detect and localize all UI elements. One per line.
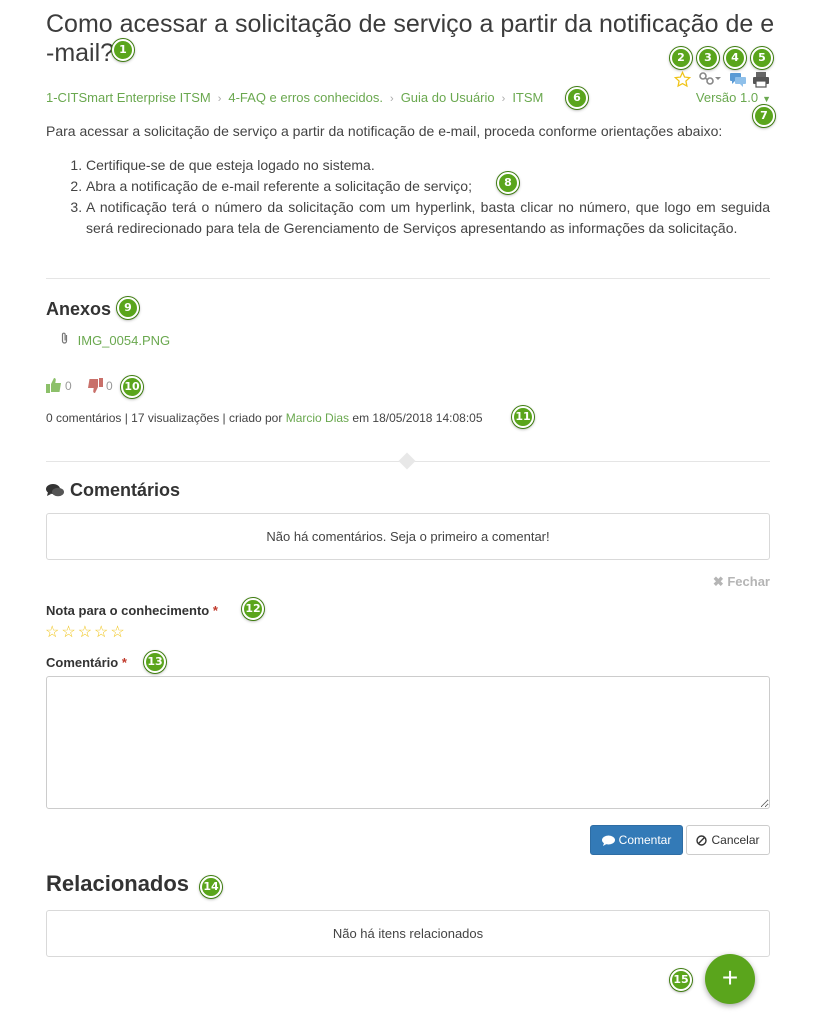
add-fab-button[interactable]: + <box>705 954 755 1004</box>
attachments-title: Anexos <box>46 299 112 319</box>
breadcrumb-item-itsm[interactable]: ITSM <box>512 90 543 105</box>
attachment-filename: IMG_0054.PNG <box>77 333 171 348</box>
callout-badge: 12 <box>242 598 264 620</box>
paperclip-icon <box>60 332 73 348</box>
page-title: Como acessar a solicitação de serviço a … <box>46 10 776 68</box>
meta-prefix: 0 comentários | 17 visualizações | criad… <box>46 411 283 425</box>
plus-icon: + <box>721 962 739 993</box>
meta-suffix: em 18/05/2018 14:08:05 <box>352 411 483 425</box>
rating-star-1[interactable]: ☆ <box>45 624 61 641</box>
ban-icon <box>696 834 708 846</box>
callout-badge: 14 <box>200 876 222 898</box>
comments-icon <box>46 484 64 497</box>
article-steps: Certifique-se de que esteja logado no si… <box>70 155 770 239</box>
callout-badge: 2 <box>670 47 692 69</box>
comments-empty-text: Não há comentários. Seja o primeiro a co… <box>266 529 550 544</box>
article-intro: Para acessar a solicitação de serviço a … <box>46 123 723 139</box>
rating-star-3[interactable]: ☆ <box>78 624 94 641</box>
related-empty-text: Não há itens relacionados <box>332 926 484 941</box>
dislike-count: 0 <box>106 378 113 393</box>
callout-badge: 1 <box>112 39 134 61</box>
callout-badge: 6 <box>566 87 588 109</box>
version-dropdown[interactable]: Versão 1.0 ▼ <box>696 90 771 105</box>
callout-badge: 15 <box>670 969 692 991</box>
rating-star-4[interactable]: ☆ <box>94 624 110 641</box>
breadcrumb-item-citsmart[interactable]: 1-CITSmart Enterprise ITSM <box>46 90 211 105</box>
required-mark: * <box>212 603 218 618</box>
related-title: Relacionados <box>46 871 190 896</box>
like-button[interactable]: 0 <box>46 378 72 393</box>
page-title-line2: -mail? <box>46 39 115 67</box>
divider <box>46 278 770 279</box>
rating-label: Nota para o conhecimento * <box>46 603 218 618</box>
article-meta: 0 comentários | 17 visualizações | criad… <box>46 411 483 425</box>
page-title-line1: Como acessar a solicitação de serviço a … <box>46 10 775 38</box>
callout-badge: 5 <box>751 47 773 69</box>
step-item: Certifique-se de que esteja logado no si… <box>86 155 770 176</box>
required-mark: * <box>121 655 127 670</box>
callout-badge: 7 <box>753 105 775 127</box>
thumbs-down-icon <box>88 378 104 393</box>
comments-empty-box: Não há comentários. Seja o primeiro a co… <box>46 513 770 560</box>
cancel-comment-button[interactable]: Cancelar <box>686 825 770 855</box>
callout-badge: 3 <box>697 47 719 69</box>
related-empty-box: Não há itens relacionados <box>46 910 770 957</box>
callout-badge: 11 <box>512 406 534 428</box>
rating-star-2[interactable]: ☆ <box>61 624 77 641</box>
rating-stars: ☆☆☆☆☆ <box>45 622 127 642</box>
comments-title: Comentários <box>46 480 180 501</box>
author-link[interactable]: Marcio Dias <box>286 411 349 425</box>
favorite-star-icon[interactable] <box>673 70 692 93</box>
caret-down-icon: ▼ <box>762 94 771 104</box>
submit-comment-button[interactable]: Comentar <box>590 825 683 855</box>
callout-badge: 4 <box>724 47 746 69</box>
close-comment-form-button[interactable]: ✖ Fechar <box>713 574 770 590</box>
comments-title-text: Comentários <box>70 480 181 500</box>
close-label: Fechar <box>727 574 770 589</box>
votes: 0 0 <box>46 378 121 396</box>
submit-comment-label: Comentar <box>618 833 672 847</box>
comment-label: Comentário * <box>46 655 127 670</box>
breadcrumb: 1-CITSmart Enterprise ITSM › 4-FAQ e erros… <box>46 90 543 105</box>
dislike-button[interactable]: 0 <box>87 378 113 393</box>
callout-badge: 8 <box>497 172 519 194</box>
callout-badge: 9 <box>117 297 139 319</box>
callout-badge: 10 <box>121 376 143 398</box>
cancel-comment-label: Cancelar <box>711 833 760 847</box>
version-label: Versão 1.0 <box>695 90 759 105</box>
step-item: Abra a notificação de e-mail referente a… <box>86 176 770 197</box>
breadcrumb-separator: › <box>217 93 222 105</box>
step-item: A notificação terá o número da solicitaç… <box>86 197 770 239</box>
callout-badge: 13 <box>144 651 166 673</box>
close-icon: ✖ <box>712 574 724 589</box>
breadcrumb-item-faq[interactable]: 4-FAQ e erros conhecidos. <box>228 90 383 105</box>
like-count: 0 <box>65 378 72 393</box>
breadcrumb-separator: › <box>390 93 394 105</box>
breadcrumb-item-guia[interactable]: Guia do Usuário <box>401 90 495 105</box>
attachment-link[interactable]: IMG_0054.PNG <box>60 332 170 348</box>
comment-bubble-icon <box>601 835 615 846</box>
thumbs-up-icon <box>46 378 61 393</box>
rating-star-5[interactable]: ☆ <box>110 624 126 641</box>
share-link-icon[interactable] <box>699 72 723 91</box>
divider-diamond <box>398 452 416 470</box>
breadcrumb-separator: › <box>501 93 506 105</box>
comment-textarea[interactable] <box>46 676 770 809</box>
